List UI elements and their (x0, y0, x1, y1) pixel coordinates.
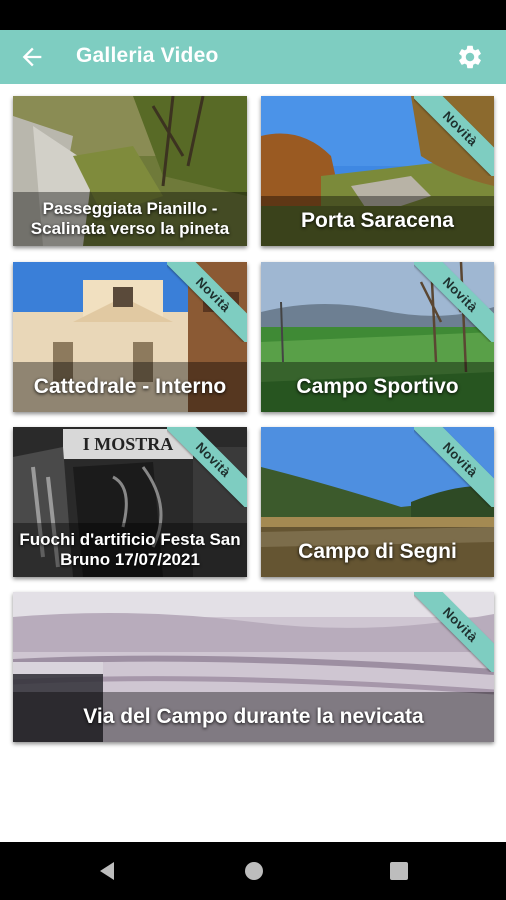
nav-home-button[interactable] (243, 860, 265, 882)
video-tile-campo-sportivo[interactable]: Campo Sportivo Novità (261, 262, 494, 412)
new-badge: Novità (414, 427, 494, 507)
gear-icon (459, 45, 481, 69)
circle-home-icon (245, 862, 263, 880)
nav-back-button[interactable] (96, 860, 118, 882)
video-caption: Via del Campo durante la nevicata (13, 692, 494, 742)
video-caption: Cattedrale - Interno (13, 362, 247, 412)
settings-button[interactable] (456, 43, 484, 71)
page-title: Galleria Video (76, 44, 219, 67)
video-tile-fuochi-artificio[interactable]: I MOSTRA Fuochi d'artificio Festa San Br… (13, 427, 247, 577)
video-tile-via-del-campo[interactable]: Via del Campo durante la nevicata Novità (13, 592, 494, 742)
new-badge: Novità (414, 96, 494, 176)
video-caption: Fuochi d'artificio Festa San Bruno 17/07… (13, 523, 247, 577)
new-badge: Novità (414, 262, 494, 342)
video-tile-cattedrale-interno[interactable]: Cattedrale - Interno Novità (13, 262, 247, 412)
video-caption: Campo Sportivo (261, 362, 494, 412)
sign-text: I MOSTRA (83, 434, 174, 454)
square-recents-icon (390, 862, 408, 880)
triangle-back-icon (100, 862, 114, 880)
new-badge: Novità (414, 592, 494, 672)
navigation-bar (0, 842, 506, 900)
video-tile-porta-saracena[interactable]: Porta Saracena Novità (261, 96, 494, 246)
back-button[interactable] (18, 43, 46, 71)
new-badge: Novità (167, 427, 247, 507)
video-caption: Passeggiata Pianillo - Scalinata verso l… (13, 192, 247, 246)
app-bar: Galleria Video (0, 30, 506, 84)
video-caption: Campo di Segni (261, 527, 494, 577)
nav-recents-button[interactable] (389, 861, 409, 881)
status-bar (0, 0, 506, 30)
video-tile-passeggiata-pianillo[interactable]: Passeggiata Pianillo - Scalinata verso l… (13, 96, 247, 246)
video-caption: Porta Saracena (261, 196, 494, 246)
new-badge: Novità (167, 262, 247, 342)
video-tile-campo-di-segni[interactable]: Campo di Segni Novità (261, 427, 494, 577)
arrow-left-icon (22, 47, 42, 67)
